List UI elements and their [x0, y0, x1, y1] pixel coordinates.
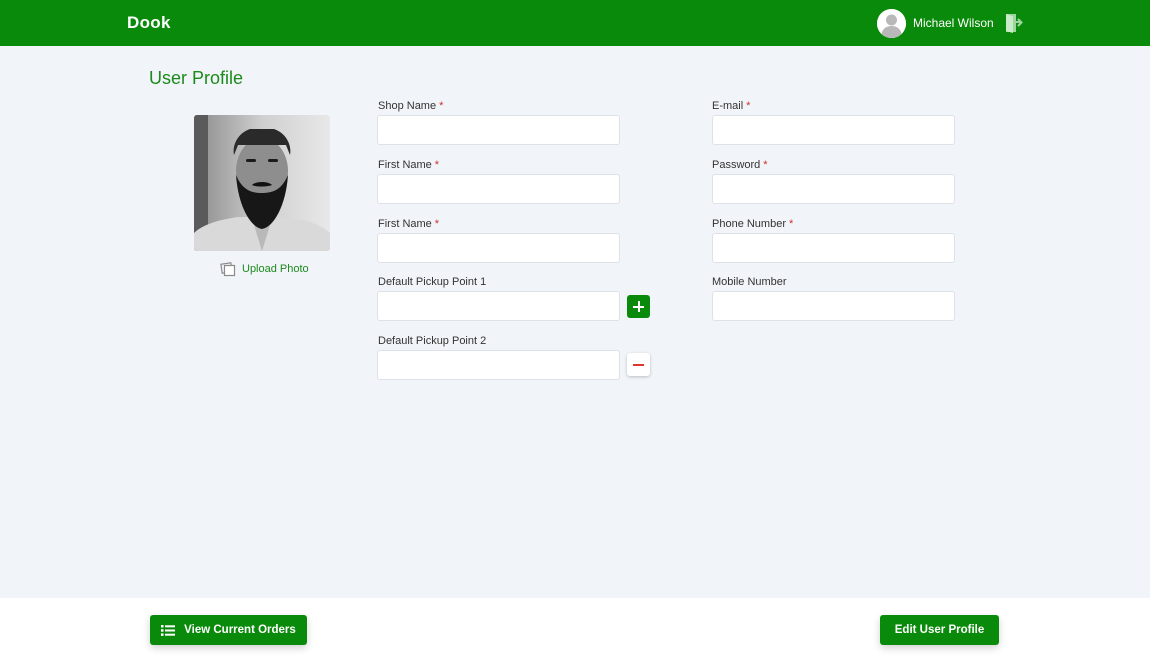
pickup-point-2-label-text: Default Pickup Point 2 [378, 335, 487, 347]
edit-user-profile-button[interactable]: Edit User Profile [880, 615, 999, 645]
upload-photo-link[interactable]: Upload Photo [220, 260, 309, 278]
required-marker: * [434, 159, 440, 171]
brand-logo[interactable]: Dook [127, 13, 171, 33]
phone-number-label-text: Phone Number [712, 218, 786, 230]
logout-door-icon[interactable] [1003, 12, 1025, 34]
shop-name-label: Shop Name * [378, 100, 443, 112]
pickup-point-1-label: Default Pickup Point 1 [378, 276, 486, 288]
required-marker: * [789, 218, 794, 230]
remove-pickup-point-button[interactable] [627, 353, 650, 376]
page-title: User Profile [149, 68, 244, 88]
phone-number-input[interactable] [712, 233, 955, 263]
shop-name-input[interactable] [377, 115, 620, 145]
pickup-point-1-input[interactable] [377, 291, 620, 321]
password-input[interactable] [712, 174, 955, 204]
shop-name-label-text: Shop Name [378, 100, 437, 112]
pickup-point-2-label: Default Pickup Point 2 [378, 335, 486, 347]
email-label-text: E-mail [712, 100, 744, 112]
first-name-input[interactable] [377, 174, 620, 204]
first-name-label: First Name * [378, 159, 439, 171]
upload-photo-label: Upload Photo [242, 263, 309, 275]
first-name-2-label: First Name * [378, 218, 439, 230]
first-name-2-input[interactable] [377, 233, 620, 263]
mobile-number-input[interactable] [712, 291, 955, 321]
email-label: E-mail * [712, 100, 750, 112]
required-marker: * [746, 100, 751, 112]
user-name[interactable]: Michael Wilson [913, 16, 994, 30]
mobile-number-label: Mobile Number [712, 276, 787, 288]
password-label: Password * [712, 159, 768, 171]
list-icon [161, 624, 176, 636]
view-current-orders-button[interactable]: View Current Orders [150, 615, 307, 645]
required-marker: * [434, 218, 440, 230]
add-pickup-point-button[interactable] [627, 295, 650, 318]
first-name-label-text: First Name [378, 159, 432, 171]
phone-number-label: Phone Number * [712, 218, 793, 230]
mobile-number-label-text: Mobile Number [712, 276, 787, 288]
required-marker: * [763, 159, 768, 171]
first-name-2-label-text: First Name [378, 218, 432, 230]
required-marker: * [439, 100, 444, 112]
email-input[interactable] [712, 115, 955, 145]
edit-user-profile-label: Edit User Profile [894, 624, 985, 636]
pickup-point-1-label-text: Default Pickup Point 1 [378, 276, 487, 288]
user-profile-photo [194, 115, 330, 251]
password-label-text: Password [712, 159, 761, 171]
photos-icon [220, 262, 236, 277]
user-avatar-icon[interactable] [877, 9, 906, 38]
view-current-orders-label: View Current Orders [184, 624, 296, 636]
pickup-point-2-input[interactable] [377, 350, 620, 380]
